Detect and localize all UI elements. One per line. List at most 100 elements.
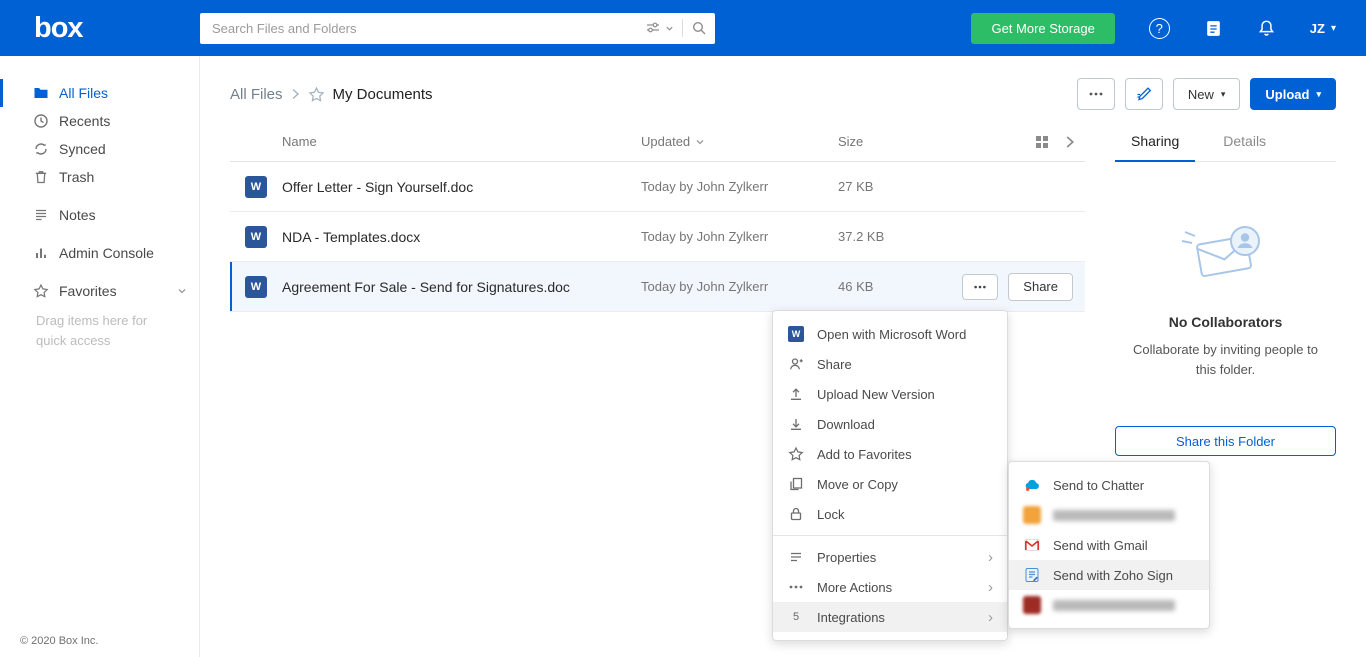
menu-item-upload-new-version[interactable]: Upload New Version [773,379,1007,409]
menu-item-more-actions[interactable]: More Actions › [773,572,1007,602]
menu-item-redacted-integration[interactable] [1009,590,1209,620]
file-updated: Today by John Zylkerr [641,279,838,294]
zoho-sign-icon [1023,566,1041,584]
sidebar-item-trash[interactable]: Trash [0,163,199,191]
main-header: All Files My Documents [200,56,1366,122]
new-button[interactable]: New ▾ [1173,78,1241,110]
user-caret-icon: ▾ [1331,23,1336,34]
file-name[interactable]: Agreement For Sale - Send for Signatures… [282,279,641,295]
upload-button-label: Upload [1265,87,1309,102]
sidebar-item-synced[interactable]: Synced [0,135,199,163]
menu-item-send-with-gmail[interactable]: Send with Gmail [1009,530,1209,560]
row-more-options-button[interactable] [962,274,998,300]
column-updated[interactable]: Updated [641,134,838,149]
collapse-panel-icon[interactable] [1065,135,1075,149]
new-button-label: New [1188,87,1214,102]
search-icon[interactable] [691,20,707,36]
word-file-icon: W [245,276,267,298]
menu-item-lock[interactable]: Lock [773,499,1007,529]
word-icon: W [787,326,805,342]
row-share-button[interactable]: Share [1008,273,1073,301]
file-size: 46 KB [838,279,938,294]
column-updated-label: Updated [641,134,690,149]
menu-item-send-to-chatter[interactable]: Send to Chatter [1009,470,1209,500]
menu-item-integrations[interactable]: 5 Integrations › [773,602,1007,632]
search-bar[interactable] [200,13,715,44]
redacted-label [1053,510,1175,521]
folder-icon [33,85,49,101]
share-this-folder-button[interactable]: Share this Folder [1115,426,1336,456]
orange-app-icon [1023,506,1041,524]
submenu-arrow-icon: › [988,580,993,595]
sidebar-item-notes[interactable]: Notes [0,201,199,229]
sidebar-item-recents[interactable]: Recents [0,107,199,135]
table-row[interactable]: W NDA - Templates.docx Today by John Zyl… [230,212,1085,262]
help-icon[interactable]: ? [1149,18,1170,39]
file-list-header: Name Updated Size [230,122,1085,162]
word-file-icon: W [245,176,267,198]
sidebar: All Files Recents Synced Trash [0,56,200,657]
submenu-arrow-icon: › [988,610,993,625]
filter-caret-icon[interactable] [665,24,674,33]
user-initials: JZ [1310,21,1325,36]
sidebar-item-admin-console[interactable]: Admin Console [0,239,199,267]
clock-icon [33,113,49,129]
sidebar-item-favorites[interactable]: Favorites [0,277,199,305]
menu-item-add-to-favorites[interactable]: Add to Favorites [773,439,1007,469]
file-updated: Today by John Zylkerr [641,229,838,244]
sharing-empty-state: No Collaborators Collaborate by inviting… [1115,214,1336,456]
sidebar-item-label: Recents [59,113,110,129]
box-logo[interactable]: box [0,14,200,43]
chevron-right-icon [291,88,300,100]
topbar-actions: Get More Storage ? JZ ▾ [971,13,1366,44]
menu-item-properties[interactable]: Properties › [773,542,1007,572]
top-bar: box Get More Storage ? [0,0,1366,56]
menu-item-download[interactable]: Download [773,409,1007,439]
copy-icon [787,476,805,492]
file-name[interactable]: NDA - Templates.docx [282,229,641,245]
sign-pencil-button[interactable] [1125,78,1163,110]
menu-item-redacted-integration[interactable] [1009,500,1209,530]
folder-more-options-button[interactable] [1077,78,1115,110]
user-menu[interactable]: JZ ▾ [1310,21,1336,36]
file-size: 27 KB [838,179,938,194]
menu-item-move-or-copy[interactable]: Move or Copy [773,469,1007,499]
notifications-bell-icon[interactable] [1257,19,1276,38]
menu-item-send-with-zoho-sign[interactable]: Send with Zoho Sign [1009,560,1209,590]
tab-sharing[interactable]: Sharing [1115,122,1195,162]
sort-caret-icon [695,137,705,147]
table-row[interactable]: W Offer Letter - Sign Yourself.doc Today… [230,162,1085,212]
file-name[interactable]: Offer Letter - Sign Yourself.doc [282,179,641,195]
column-name[interactable]: Name [282,134,641,149]
breadcrumb-all-files[interactable]: All Files [230,86,283,103]
star-icon [33,283,49,299]
get-more-storage-button[interactable]: Get More Storage [971,13,1114,44]
column-size[interactable]: Size [838,134,938,149]
panel-tabs: Sharing Details [1115,122,1336,162]
menu-item-open-with-word[interactable]: W Open with Microsoft Word [773,319,1007,349]
search-filter-icon[interactable] [645,20,661,36]
sidebar-item-all-files[interactable]: All Files [0,79,199,107]
sidebar-item-label: Admin Console [59,245,154,261]
sidebar-item-label: Notes [59,207,96,223]
share-icon [787,356,805,372]
no-collaborators-title: No Collaborators [1115,314,1336,330]
tasks-icon[interactable] [1204,19,1223,38]
table-row-selected[interactable]: W Agreement For Sale - Send for Signatur… [230,262,1085,312]
favorite-star-icon[interactable] [308,86,325,103]
chatter-icon [1023,476,1041,494]
favorites-expand-icon[interactable] [177,286,199,296]
grid-view-icon[interactable] [1035,135,1049,149]
sync-icon [33,141,49,157]
menu-item-share[interactable]: Share [773,349,1007,379]
upload-button[interactable]: Upload ▾ [1250,78,1336,110]
admin-console-icon [33,245,49,261]
breadcrumb-current-folder: My Documents [333,86,433,103]
gmail-icon [1023,536,1041,554]
search-input[interactable] [212,21,645,36]
folder-actions: New ▾ Upload ▾ [1077,78,1336,110]
breadcrumb: All Files My Documents [230,86,433,103]
tab-details[interactable]: Details [1207,122,1282,162]
sidebar-item-label: Favorites [59,283,117,299]
file-updated: Today by John Zylkerr [641,179,838,194]
